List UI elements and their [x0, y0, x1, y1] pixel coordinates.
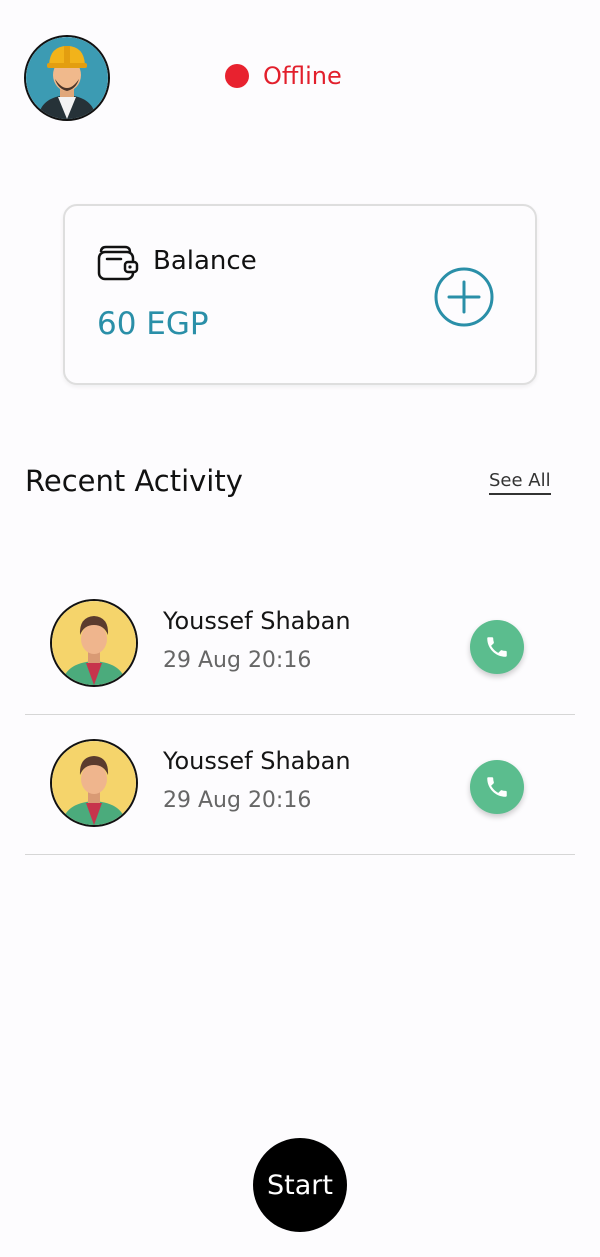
phone-icon	[487, 777, 507, 797]
call-button[interactable]	[470, 620, 524, 674]
activity-row[interactable]: Youssef Shaban 29 Aug 20:16	[25, 714, 575, 855]
activity-row[interactable]: Youssef Shaban 29 Aug 20:16	[25, 574, 575, 715]
balance-label: Balance	[153, 246, 257, 276]
wallet-icon	[97, 244, 139, 286]
add-balance-button[interactable]	[433, 266, 495, 328]
activity-time: 29 Aug 20:16	[163, 648, 312, 673]
profile-avatar[interactable]	[24, 35, 110, 121]
connection-status[interactable]: Offline	[225, 62, 342, 90]
person-avatar-icon	[52, 601, 136, 685]
contact-name: Youssef Shaban	[163, 607, 351, 635]
call-button[interactable]	[470, 760, 524, 814]
contact-avatar	[50, 599, 138, 687]
status-dot-icon	[225, 64, 249, 88]
start-button[interactable]: Start	[253, 1138, 347, 1232]
balance-card: Balance 60 EGP	[63, 204, 537, 385]
activity-time: 29 Aug 20:16	[163, 788, 312, 813]
phone-icon	[487, 637, 507, 657]
worker-avatar-icon	[26, 37, 108, 119]
person-avatar-icon	[52, 741, 136, 825]
see-all-link[interactable]: See All	[489, 470, 551, 495]
contact-avatar	[50, 739, 138, 827]
plus-circle-icon	[434, 267, 494, 327]
status-text: Offline	[263, 62, 342, 90]
balance-amount: 60 EGP	[97, 306, 209, 342]
contact-name: Youssef Shaban	[163, 747, 351, 775]
section-title: Recent Activity	[25, 464, 243, 498]
